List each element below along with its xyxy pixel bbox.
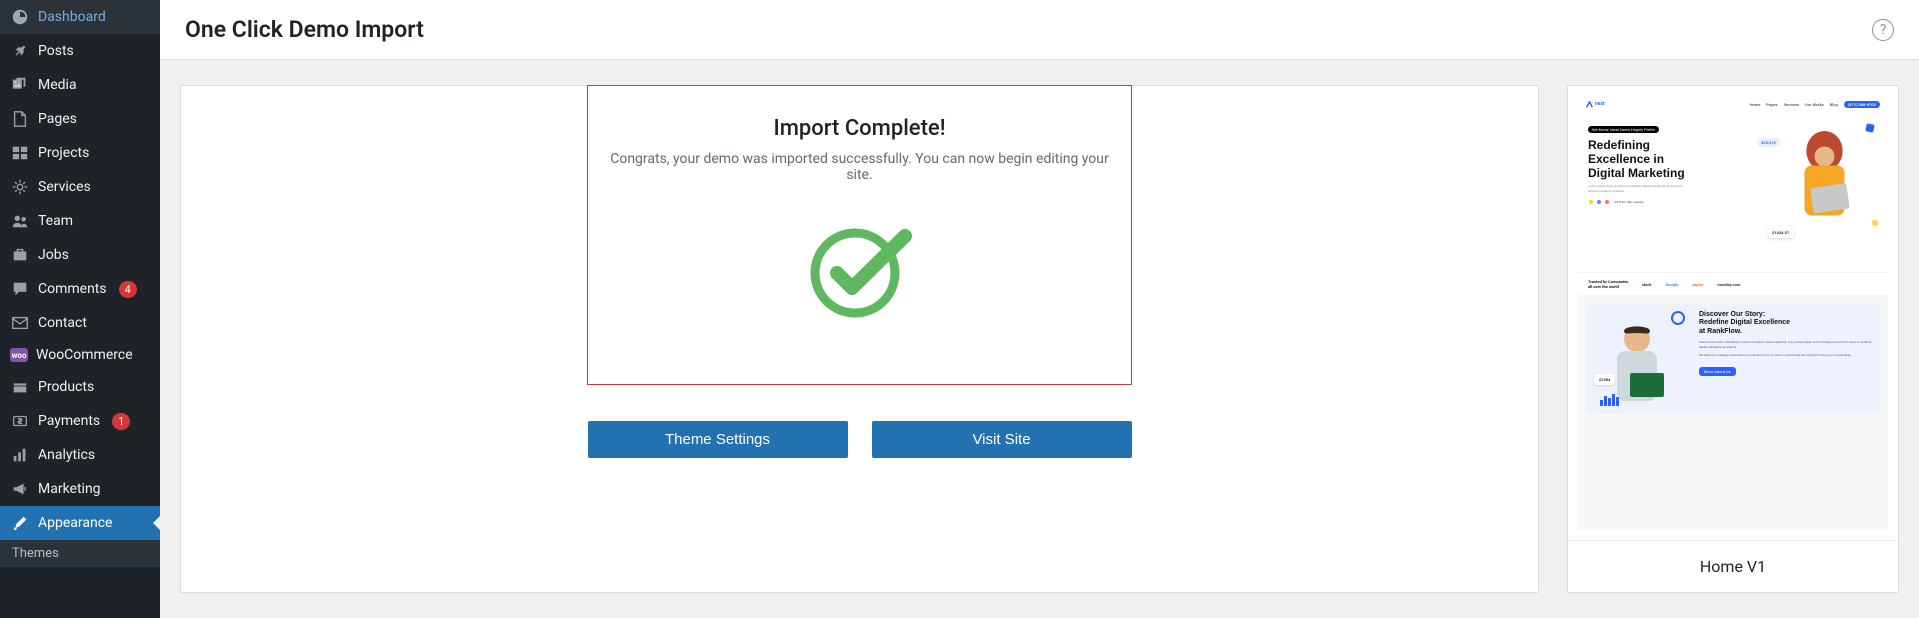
- action-buttons: Theme Settings Visit Site: [588, 421, 1132, 458]
- person-illustration-icon: [1787, 131, 1862, 231]
- sidebar-item-label: Jobs: [38, 247, 69, 263]
- sidebar-item-payments[interactable]: Payments 1: [0, 404, 160, 438]
- sidebar-item-team[interactable]: Team: [0, 204, 160, 238]
- brush-icon: [10, 513, 30, 533]
- sidebar-item-label: WooCommerce: [36, 347, 133, 363]
- preview-navlinks: HomePagesServicesOur WorksBlog: [1750, 102, 1838, 107]
- sidebar-item-label: Services: [38, 179, 91, 195]
- preview-stat-a: $25,215: [1757, 138, 1780, 147]
- preview-trust: Trusted by Companies all over the world …: [1578, 272, 1888, 295]
- help-icon[interactable]: ?: [1872, 19, 1894, 41]
- sidebar-item-projects[interactable]: Projects: [0, 136, 160, 170]
- analytics-icon: [10, 445, 30, 465]
- preview-story: $2984 Discover Our Story: Redefine Digit…: [1586, 303, 1880, 413]
- sidebar-item-appearance[interactable]: Appearance: [0, 506, 160, 540]
- sidebar-item-pages[interactable]: Pages: [0, 102, 160, 136]
- sidebar-item-label: Appearance: [38, 515, 112, 531]
- sidebar-item-label: Analytics: [38, 447, 95, 463]
- sidebar-item-woocommerce[interactable]: woo WooCommerce: [0, 340, 160, 370]
- theme-settings-button[interactable]: Theme Settings: [588, 421, 848, 458]
- sidebar-item-posts[interactable]: Posts: [0, 34, 160, 68]
- sidebar-item-label: Media: [38, 77, 77, 93]
- preview-stat-b: $1024.57: [1767, 227, 1794, 238]
- preview-story-headline: Discover Our Story: Redefine Digital Exc…: [1699, 311, 1872, 336]
- theme-preview: next HomePagesServicesOur WorksBlog (471…: [1578, 96, 1888, 530]
- sidebar-item-label: Team: [38, 213, 73, 229]
- sidebar-item-label: Products: [38, 379, 94, 395]
- sidebar-item-analytics[interactable]: Analytics: [0, 438, 160, 472]
- preview-label: Home V1: [1568, 540, 1898, 592]
- sidebar-item-products[interactable]: Products: [0, 370, 160, 404]
- sidebar-item-label: Posts: [38, 43, 74, 59]
- checkmark-icon: [805, 218, 915, 318]
- preview-headline: Redefining Excellence in Digital Marketi…: [1588, 139, 1698, 180]
- dashboard-icon: [10, 7, 30, 27]
- sidebar-item-label: Payments: [38, 413, 100, 429]
- sidebar-item-label: Marketing: [38, 481, 101, 497]
- import-panel: Import Complete! Congrats, your demo was…: [180, 85, 1539, 593]
- payments-badge: 1: [112, 413, 130, 430]
- sidebar-item-label: Dashboard: [38, 9, 106, 25]
- sidebar-item-media[interactable]: Media: [0, 68, 160, 102]
- preview-nav: next HomePagesServicesOur WorksBlog (471…: [1578, 96, 1888, 112]
- main-area: One Click Demo Import ? Import Complete!…: [160, 0, 1919, 618]
- sidebar-item-label: Contact: [38, 315, 87, 331]
- services-icon: [10, 177, 30, 197]
- team-icon: [10, 211, 30, 231]
- sidebar-item-label: Pages: [38, 111, 77, 127]
- products-icon: [10, 377, 30, 397]
- import-title: Import Complete!: [773, 116, 945, 141]
- payments-icon: [10, 411, 30, 431]
- comments-badge: 4: [119, 281, 137, 298]
- sidebar-item-label: Projects: [38, 145, 89, 161]
- preview-logo: next: [1586, 101, 1605, 108]
- preview-phone: (471) 588-9702: [1844, 101, 1880, 108]
- sidebar-item-label: Comments: [38, 281, 107, 297]
- sidebar-subitem-themes[interactable]: Themes: [0, 540, 160, 567]
- sidebar-item-jobs[interactable]: Jobs: [0, 238, 160, 272]
- preview-hero-image: $25,215 $1024.57: [1757, 116, 1882, 256]
- preview-story-btn: More About Us: [1699, 367, 1736, 376]
- portfolio-icon: [10, 143, 30, 163]
- pin-icon: [10, 41, 30, 61]
- import-complete-box: Import Complete! Congrats, your demo was…: [587, 85, 1132, 385]
- preview-panel: next HomePagesServicesOur WorksBlog (471…: [1567, 85, 1899, 593]
- preview-hero: We Know, Ideal Users Hugely Prefer Redef…: [1578, 112, 1888, 272]
- sidebar-item-dashboard[interactable]: Dashboard: [0, 0, 160, 34]
- bar-chart-icon: [1600, 387, 1626, 401]
- preview-chip: We Know, Ideal Users Hugely Prefer: [1588, 126, 1659, 133]
- comments-icon: [10, 279, 30, 299]
- email-icon: [10, 313, 30, 333]
- sidebar-item-contact[interactable]: Contact: [0, 306, 160, 340]
- page-header: One Click Demo Import ?: [160, 0, 1919, 60]
- media-icon: [10, 75, 30, 95]
- preview-story-badge: $2984: [1594, 374, 1615, 385]
- import-subtitle: Congrats, your demo was imported success…: [608, 151, 1111, 183]
- page-title: One Click Demo Import: [185, 16, 424, 43]
- sidebar-item-services[interactable]: Services: [0, 170, 160, 204]
- sidebar-item-marketing[interactable]: Marketing: [0, 472, 160, 506]
- megaphone-icon: [10, 479, 30, 499]
- content: Import Complete! Congrats, your demo was…: [160, 60, 1919, 618]
- admin-sidebar: Dashboard Posts Media Pages Projects Ser…: [0, 0, 160, 618]
- visit-site-button[interactable]: Visit Site: [872, 421, 1132, 458]
- preview-desc: Lorem ipsum dolor sit amet consectetur a…: [1588, 184, 1688, 192]
- woo-icon: woo: [10, 348, 28, 362]
- sidebar-item-comments[interactable]: Comments 4: [0, 272, 160, 306]
- briefcase-icon: [10, 245, 30, 265]
- preview-mockup: next HomePagesServicesOur WorksBlog (471…: [1578, 96, 1888, 530]
- page-icon: [10, 109, 30, 129]
